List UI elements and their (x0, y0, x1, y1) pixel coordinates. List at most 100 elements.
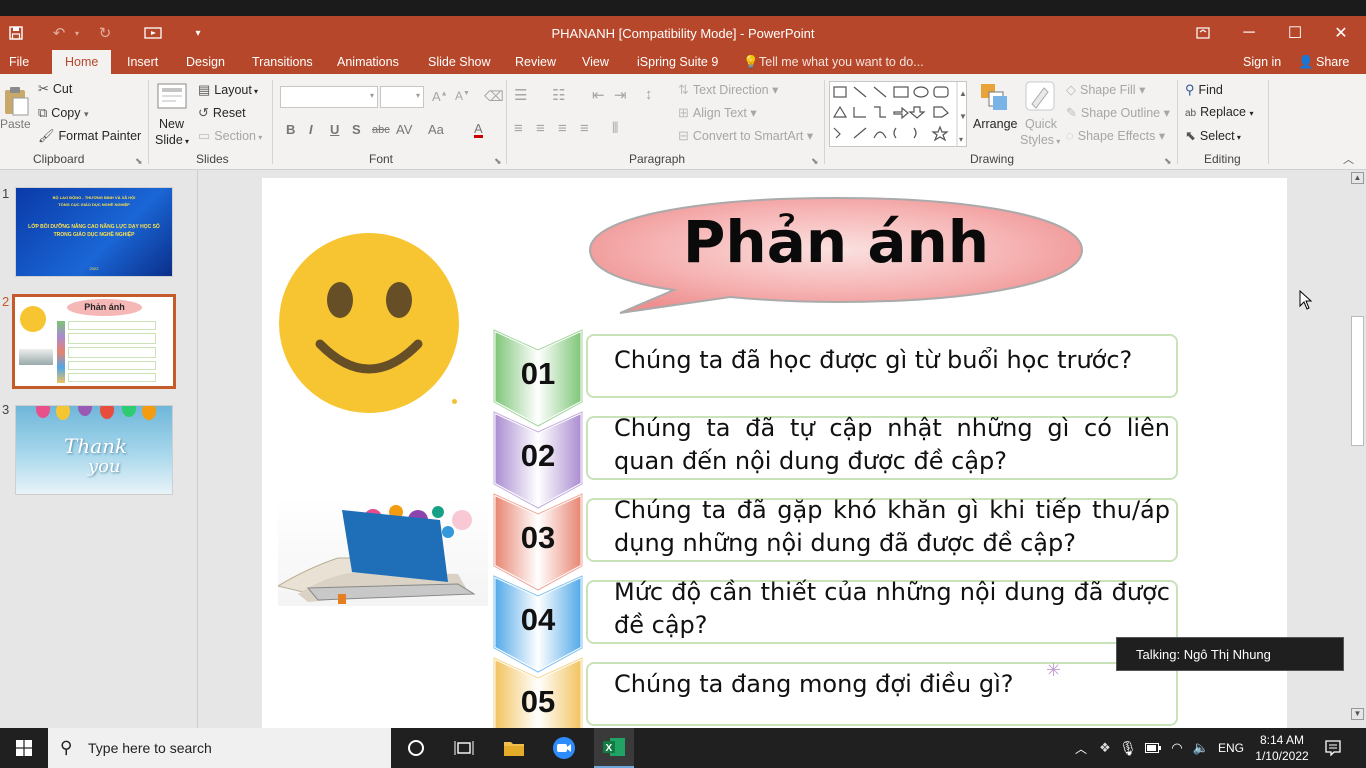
char-spacing-button[interactable]: AV (396, 122, 412, 137)
shape-outline-button[interactable]: ✎ Shape Outline ▾ (1066, 105, 1170, 121)
tab-home[interactable]: Home (52, 50, 112, 74)
increase-font-icon[interactable]: A▲ (432, 89, 448, 104)
tab-view[interactable]: View (580, 50, 611, 74)
slide-thumbnail-3[interactable]: Thank you (15, 405, 173, 495)
italic-button[interactable]: I (309, 122, 313, 137)
shadow-button[interactable]: S (352, 122, 361, 137)
replace-button[interactable]: ab Replace ▾ (1185, 105, 1254, 119)
cut-button[interactable]: ✂ Cut (38, 81, 72, 97)
tab-insert[interactable]: Insert (125, 50, 160, 74)
new-slide-label2[interactable]: Slide ▾ (155, 133, 189, 147)
file-explorer-icon[interactable] (496, 728, 532, 768)
decrease-indent-icon[interactable]: ⇤ (592, 86, 605, 104)
tell-me-box[interactable]: Tell me what you want to do... (757, 50, 926, 74)
arrange-button[interactable]: Arrange (973, 117, 1017, 131)
drawing-launcher-icon[interactable]: ⬊ (1164, 156, 1172, 167)
smartart-button[interactable]: ⊟ Convert to SmartArt ▾ (678, 128, 813, 144)
line-spacing-icon[interactable]: ↕ (645, 86, 653, 103)
scroll-up-icon[interactable]: ▲ (1351, 172, 1364, 184)
volume-icon[interactable]: 🔈 (1190, 728, 1212, 768)
cortana-icon[interactable] (398, 728, 434, 768)
close-button[interactable]: ✕ (1318, 16, 1364, 50)
tab-design[interactable]: Design (184, 50, 227, 74)
quick-styles-label2[interactable]: Styles ▾ (1020, 133, 1060, 147)
font-color-button[interactable]: A (474, 122, 483, 138)
vertical-scrollbar[interactable]: ▲ ▼ (1349, 170, 1366, 728)
underline-button[interactable]: U (330, 122, 339, 137)
new-slide-icon[interactable] (156, 80, 188, 115)
change-case-button[interactable]: Aa (428, 122, 444, 137)
layout-button[interactable]: ▤ Layout ▾ (198, 82, 258, 98)
scroll-down-icon[interactable]: ▼ (1351, 708, 1364, 720)
save-icon[interactable] (3, 16, 29, 50)
battery-icon[interactable] (1142, 728, 1164, 768)
bold-button[interactable]: B (286, 122, 295, 137)
text-direction-button[interactable]: ⇅ Text Direction ▾ (678, 82, 778, 98)
undo-dropdown-icon[interactable]: ▾ (70, 16, 84, 50)
scroll-thumb[interactable] (1351, 316, 1364, 446)
align-text-button[interactable]: ⊞ Align Text ▾ (678, 105, 757, 121)
microphone-icon[interactable]: 🎙 (1118, 728, 1138, 768)
font-size-input[interactable]: ▾ (380, 86, 424, 108)
maximize-button[interactable]: ☐ (1272, 16, 1318, 50)
zoom-icon[interactable] (546, 728, 582, 768)
format-painter-button[interactable]: 🖌 Format Painter (38, 128, 141, 144)
windows-start-icon[interactable] (0, 728, 48, 768)
redo-icon[interactable]: ↻ (94, 16, 116, 50)
shape-fill-button[interactable]: ◇ Shape Fill ▾ (1066, 82, 1145, 98)
quick-styles-button[interactable]: Quick (1025, 117, 1057, 131)
clock[interactable]: 8:14 AM 1/10/2022 (1250, 728, 1314, 768)
quick-styles-icon[interactable] (1024, 80, 1056, 115)
start-from-beginning-icon[interactable] (140, 16, 166, 50)
tab-ispring[interactable]: iSpring Suite 9 (635, 50, 720, 74)
copy-button[interactable]: ⧉ Copy ▾ (38, 105, 89, 121)
reset-button[interactable]: ↺ Reset (198, 105, 246, 121)
slide-thumbnail-1[interactable]: BỘ LAO ĐỘNG - THƯƠNG BINH VÀ XÃ HỘI TỔNG… (15, 187, 173, 277)
notifications-icon[interactable] (1318, 728, 1348, 768)
align-left-icon[interactable]: ≡ (514, 120, 523, 137)
font-name-input[interactable]: ▾ (280, 86, 378, 108)
tab-transitions[interactable]: Transitions (250, 50, 315, 74)
share-button[interactable]: Share (1314, 50, 1351, 74)
tab-review[interactable]: Review (513, 50, 558, 74)
ribbon-display-icon[interactable] (1180, 16, 1226, 50)
collapse-ribbon-icon[interactable]: ︿ (1343, 151, 1354, 167)
arrange-icon[interactable] (979, 82, 1009, 115)
find-button[interactable]: ⚲ Find (1185, 82, 1223, 98)
clear-formatting-icon[interactable]: ⌫ (484, 88, 504, 105)
language-indicator[interactable]: ENG (1214, 728, 1248, 768)
strikethrough-button[interactable]: abc (372, 124, 390, 136)
new-slide-button[interactable]: New (159, 117, 184, 131)
slide-thumbnail-2[interactable]: Phản ánh (12, 294, 176, 389)
sign-in-link[interactable]: Sign in (1241, 50, 1283, 74)
undo-icon[interactable]: ↶ (48, 16, 70, 50)
paste-icon[interactable] (2, 86, 30, 119)
numbering-icon[interactable]: ☷ (552, 86, 565, 104)
clipboard-launcher-icon[interactable]: ⬊ (135, 156, 143, 167)
paragraph-launcher-icon[interactable]: ⬊ (811, 156, 819, 167)
paste-button[interactable]: Paste (0, 117, 31, 131)
shape-effects-button[interactable]: ◌ Shape Effects ▾ (1066, 128, 1165, 143)
tab-animations[interactable]: Animations (335, 50, 401, 74)
font-launcher-icon[interactable]: ⬊ (494, 156, 502, 167)
align-right-icon[interactable]: ≡ (558, 120, 567, 137)
section-button[interactable]: ▭ Section ▾ (198, 128, 262, 144)
taskbar-search-box[interactable]: ⚲ Type here to search (48, 728, 391, 768)
columns-icon[interactable]: ⫴ (612, 120, 618, 137)
align-center-icon[interactable]: ≡ (536, 120, 545, 137)
tab-file[interactable]: File (7, 50, 31, 74)
select-button[interactable]: ⬉ Select ▾ (1185, 128, 1241, 144)
bullets-icon[interactable]: ☰ (514, 86, 527, 104)
decrease-font-icon[interactable]: A▼ (455, 89, 470, 103)
wifi-icon[interactable]: ◠ (1166, 728, 1188, 768)
tab-slideshow[interactable]: Slide Show (426, 50, 493, 74)
increase-indent-icon[interactable]: ⇥ (614, 86, 627, 104)
justify-icon[interactable]: ≡ (580, 120, 589, 137)
minimize-button[interactable]: ─ (1226, 16, 1272, 50)
show-hidden-icons[interactable]: ︿ (1072, 728, 1090, 768)
task-view-icon[interactable] (446, 728, 482, 768)
shapes-gallery[interactable]: ▲ ▼ ▾ (829, 81, 967, 147)
excel-icon[interactable]: X (594, 728, 634, 768)
customize-qat-icon[interactable]: ▾ (190, 16, 206, 50)
dropbox-icon[interactable]: ❖ (1094, 728, 1116, 768)
